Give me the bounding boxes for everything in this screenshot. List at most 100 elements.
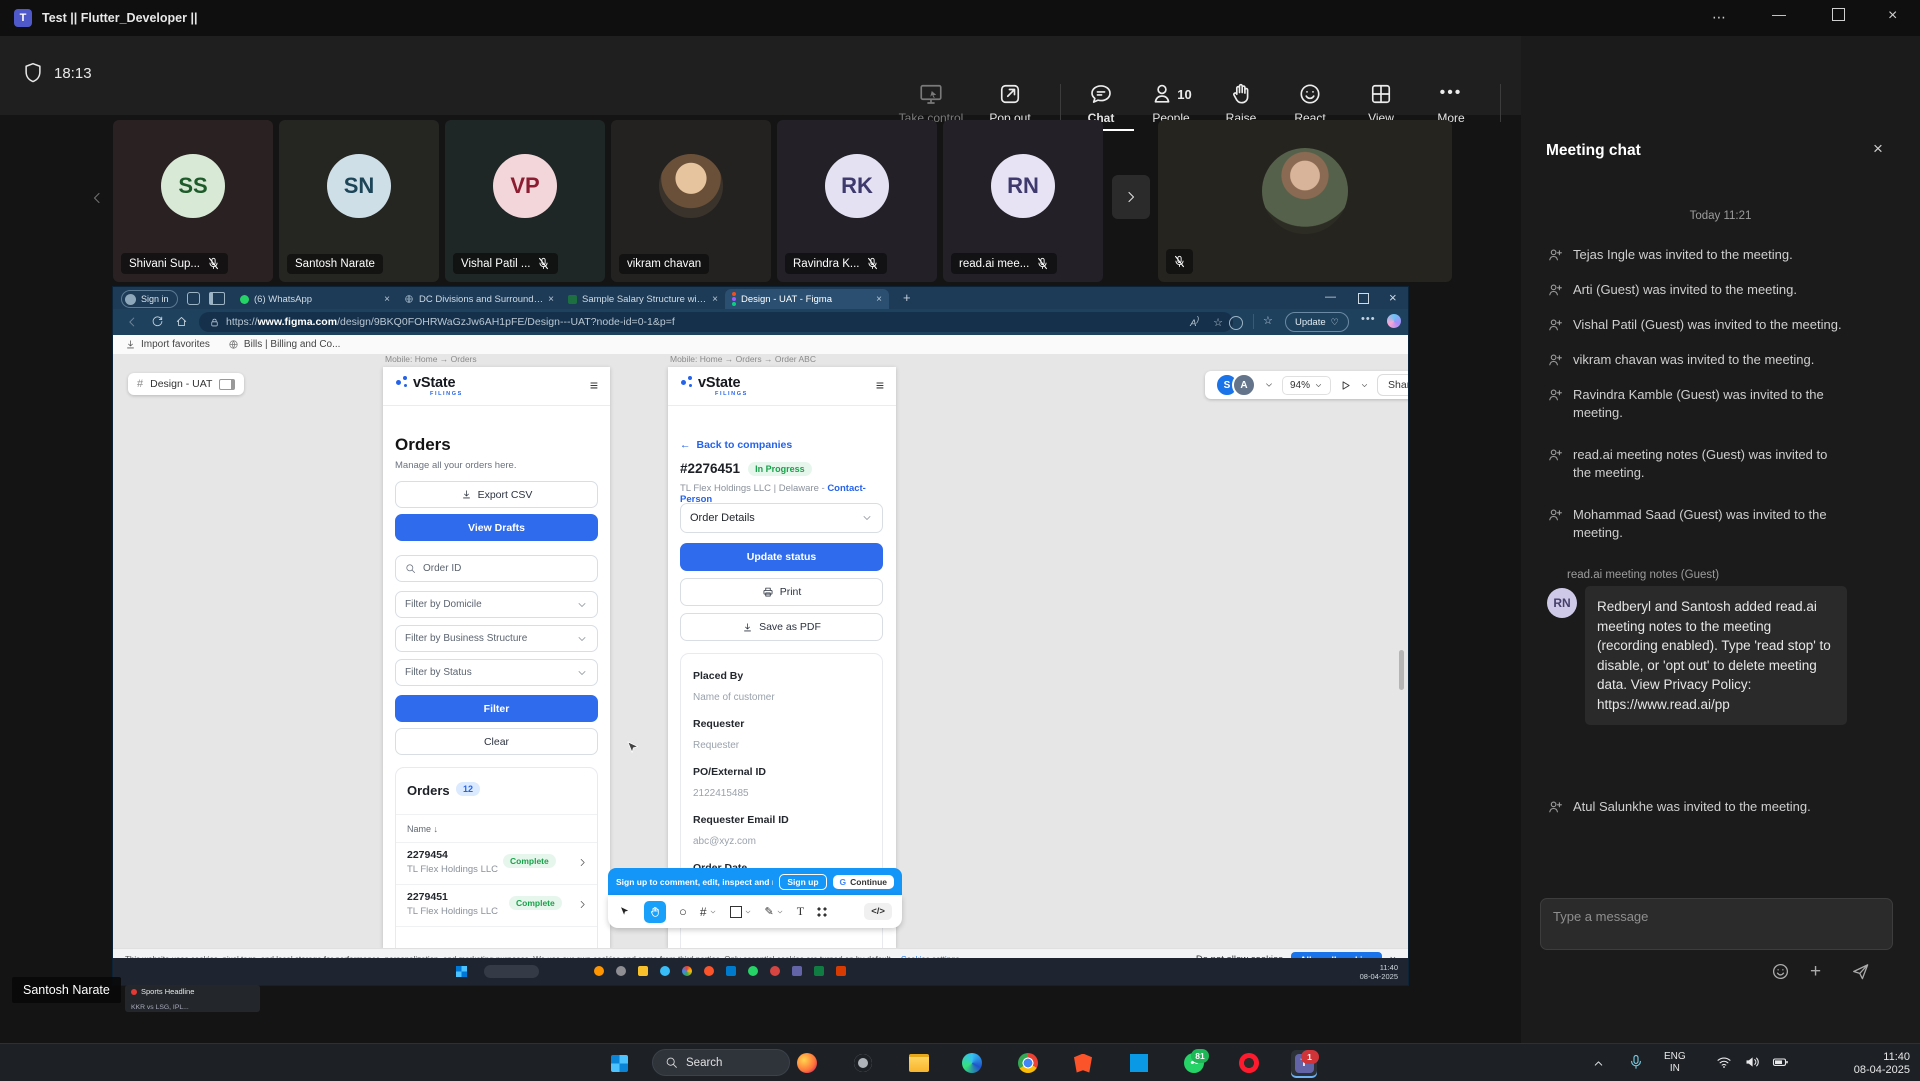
refresh-icon[interactable] [151,315,164,328]
browser-tab-active[interactable]: Design - UAT - Figma × [725,289,889,309]
favorites-bar-icon[interactable]: ☆ [1263,314,1273,327]
taskbar-file-explorer[interactable] [906,1050,932,1076]
figma-share-button[interactable]: Share [1377,374,1408,396]
tiles-scroll-left-button[interactable] [84,176,110,220]
tray-battery-icon[interactable] [1772,1054,1789,1070]
back-icon[interactable] [125,315,139,329]
taskbar-teams-active[interactable]: T 1 [1291,1050,1317,1076]
workspaces-icon[interactable] [187,292,200,305]
browser-tab[interactable]: Sample Salary Structure with calc × [561,289,725,309]
filter-button[interactable]: Filter [395,695,598,722]
browser-tab[interactable]: (6) WhatsApp × [233,289,397,309]
avatars-chevron-icon[interactable] [1264,380,1274,390]
frame-label[interactable]: Mobile: Home → Orders → Order ABC [670,354,816,364]
taskbar-opera[interactable] [1236,1050,1262,1076]
filter-domicile-dropdown[interactable]: Filter by Domicile [395,591,598,618]
participant-tile[interactable]: RK Ravindra K... [777,120,937,282]
collaborator-avatar[interactable]: A [1232,373,1256,397]
participant-tile[interactable]: vikram chavan [611,120,771,282]
taskbar-search[interactable]: Search [652,1049,790,1076]
tray-clock[interactable]: 11:4008-04-2025 [1820,1051,1910,1076]
tray-wifi-icon[interactable] [1716,1054,1732,1070]
more-button[interactable]: ••• More [1418,82,1484,125]
raise-hand-button[interactable]: Raise [1208,82,1274,125]
read-aloud-icon[interactable]: A) [1190,315,1199,329]
emoji-picker-icon[interactable] [1771,962,1790,981]
browser-menu-icon[interactable]: ••• [1361,313,1376,325]
browser-close-button[interactable]: × [1389,290,1397,305]
play-chevron-icon[interactable] [1360,381,1369,390]
order-details-dropdown[interactable]: Order Details [680,503,883,533]
google-continue-button[interactable]: G Continue [833,875,894,889]
comment-tool-icon[interactable]: ○ [679,904,687,919]
hamburger-menu-icon[interactable]: ≡ [876,377,884,393]
order-row[interactable]: 2279454 TL Flex Holdings LLC Complete [396,842,597,883]
taskbar-edge[interactable] [959,1050,985,1076]
taskbar-whatsapp[interactable]: 81 [1181,1050,1207,1076]
back-to-companies-link[interactable]: ←Back to companies [680,439,792,451]
browser-essentials-icon[interactable] [1229,316,1243,330]
text-tool-icon[interactable]: T [797,904,804,919]
view-drafts-button[interactable]: View Drafts [395,514,598,541]
home-icon[interactable] [175,315,188,328]
participant-tile[interactable]: SS Shivani Sup... [113,120,273,282]
hand-tool-selected[interactable] [644,901,666,923]
figma-frame-order-details[interactable]: vState FILINGS ≡ ←Back to companies #227… [668,367,896,948]
prototype-play-icon[interactable] [1339,379,1352,392]
frame-label[interactable]: Mobile: Home → Orders [385,354,477,364]
tray-volume-icon[interactable] [1744,1054,1760,1070]
taskbar-brave[interactable] [1070,1050,1096,1076]
start-button[interactable] [606,1050,632,1076]
filter-status-dropdown[interactable]: Filter by Status [395,659,598,686]
attach-plus-icon[interactable]: + [1810,962,1821,981]
shape-tool[interactable] [730,906,752,918]
chat-message-input[interactable]: Type a message [1540,898,1893,950]
figma-frame-orders[interactable]: vState FILINGS ≡ Orders Manage all your … [383,367,610,948]
frame-tool[interactable]: # [700,905,717,919]
browser-profile-button[interactable]: Sign in [121,290,178,308]
order-id-search-input[interactable]: Order ID [395,555,598,582]
participant-tile[interactable]: RN read.ai mee... [943,120,1103,282]
window-more-button[interactable]: ⋯ [1712,9,1728,26]
people-button[interactable]: 10 People [1138,82,1204,125]
update-status-button[interactable]: Update status [680,543,883,571]
participant-tile[interactable]: VP Vishal Patil ... [445,120,605,282]
participant-tile[interactable]: SN Santosh Narate [279,120,439,282]
filter-business-dropdown[interactable]: Filter by Business Structure [395,625,598,652]
taskbar-settings[interactable] [850,1050,876,1076]
chat-message-bubble[interactable]: Redberyl and Santosh added read.ai meeti… [1585,586,1847,725]
resources-tool-icon[interactable] [817,907,827,917]
figma-doc-chip[interactable]: # Design - UAT [128,373,244,395]
tray-mic-icon[interactable] [1628,1054,1644,1070]
canvas-scrollbar[interactable] [1399,650,1404,690]
tab-close-icon[interactable]: × [712,294,718,305]
vertical-tabs-icon[interactable] [209,292,225,305]
copilot-icon[interactable] [1387,314,1401,328]
sign-up-button[interactable]: Sign up [779,874,826,890]
update-browser-button[interactable]: Update ♡ [1285,312,1349,332]
clear-button[interactable]: Clear [395,728,598,755]
window-minimize-button[interactable]: — [1772,6,1786,22]
order-row[interactable]: 2279451 TL Flex Holdings LLC Complete [396,884,597,925]
tray-expand-icon[interactable] [1592,1057,1605,1070]
move-tool-icon[interactable] [618,905,631,918]
hamburger-menu-icon[interactable]: ≡ [590,377,598,393]
taskbar-firefox[interactable] [794,1050,820,1076]
spotlight-participant-tile[interactable] [1158,120,1452,282]
pop-out-button[interactable]: Pop out [977,82,1043,125]
browser-minimize-button[interactable]: — [1325,291,1336,303]
print-button[interactable]: Print [680,578,883,606]
take-control-button[interactable]: Take control [898,82,964,125]
tab-close-icon[interactable]: × [548,294,554,305]
new-tab-button[interactable]: + [903,290,911,305]
react-button[interactable]: React [1277,82,1343,125]
window-maximize-button[interactable] [1832,8,1845,21]
background-window-strip[interactable]: Sports Headline KKR vs LSG, IPL... [125,985,260,1012]
tab-close-icon[interactable]: × [876,294,882,305]
taskbar-chrome[interactable] [1015,1050,1041,1076]
favorites-bookmark[interactable]: Bills | Billing and Co... [244,339,341,350]
import-favorites-button[interactable]: Import favorites [141,339,210,350]
dev-mode-toggle[interactable]: </> [864,903,892,920]
browser-maximize-button[interactable] [1358,293,1369,304]
window-close-button[interactable]: × [1888,7,1897,25]
